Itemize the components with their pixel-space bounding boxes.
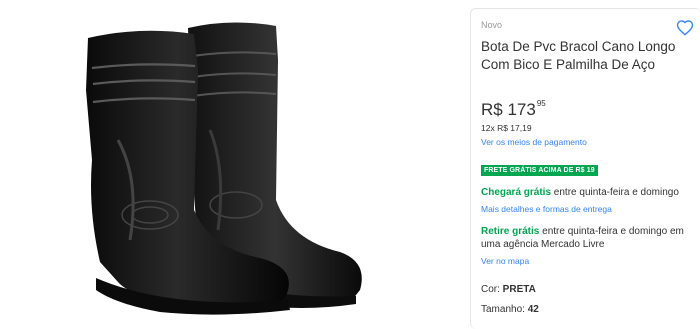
product-title: Bota De Pvc Bracol Cano Longo Com Bico E…	[481, 39, 676, 72]
price-main: R$ 173	[481, 100, 536, 119]
condition-label: Novo	[481, 20, 503, 30]
price-cents: 95	[536, 99, 546, 108]
size-value: 42	[527, 304, 539, 315]
free-shipping-badge: FRETE GRÁTIS ACIMA DE R$ 19	[481, 165, 598, 176]
size-selector: Tamanho: 42	[481, 304, 539, 315]
color-value: PRETA	[502, 284, 536, 295]
shipping-highlight: Chegará grátis	[481, 187, 552, 198]
installments-text: 12x R$ 17,19	[481, 123, 532, 133]
pickup-info: Retire grátis entre quinta-feira e domin…	[481, 225, 696, 251]
shipping-details-link[interactable]: Mais detalhes e formas de entrega	[481, 204, 612, 214]
map-link[interactable]: Ver no mapa	[481, 256, 529, 266]
shipping-text: entre quinta-feira e domingo	[551, 187, 679, 198]
price: R$ 17395	[481, 99, 546, 120]
size-label: Tamanho:	[481, 304, 528, 315]
shipping-info: Chegará grátis entre quinta-feira e domi…	[481, 187, 696, 198]
color-selector: Cor: PRETA	[481, 284, 536, 295]
heart-icon[interactable]	[676, 19, 694, 37]
pickup-highlight: Retire grátis	[481, 226, 540, 237]
boots-image[interactable]	[0, 0, 466, 317]
product-image-gallery[interactable]	[0, 0, 466, 317]
color-label: Cor:	[481, 284, 503, 295]
payment-methods-link[interactable]: Ver os meios de pagamento	[481, 137, 587, 147]
product-info-panel: Novo Bota De Pvc Bracol Cano Longo Com B…	[470, 8, 700, 329]
